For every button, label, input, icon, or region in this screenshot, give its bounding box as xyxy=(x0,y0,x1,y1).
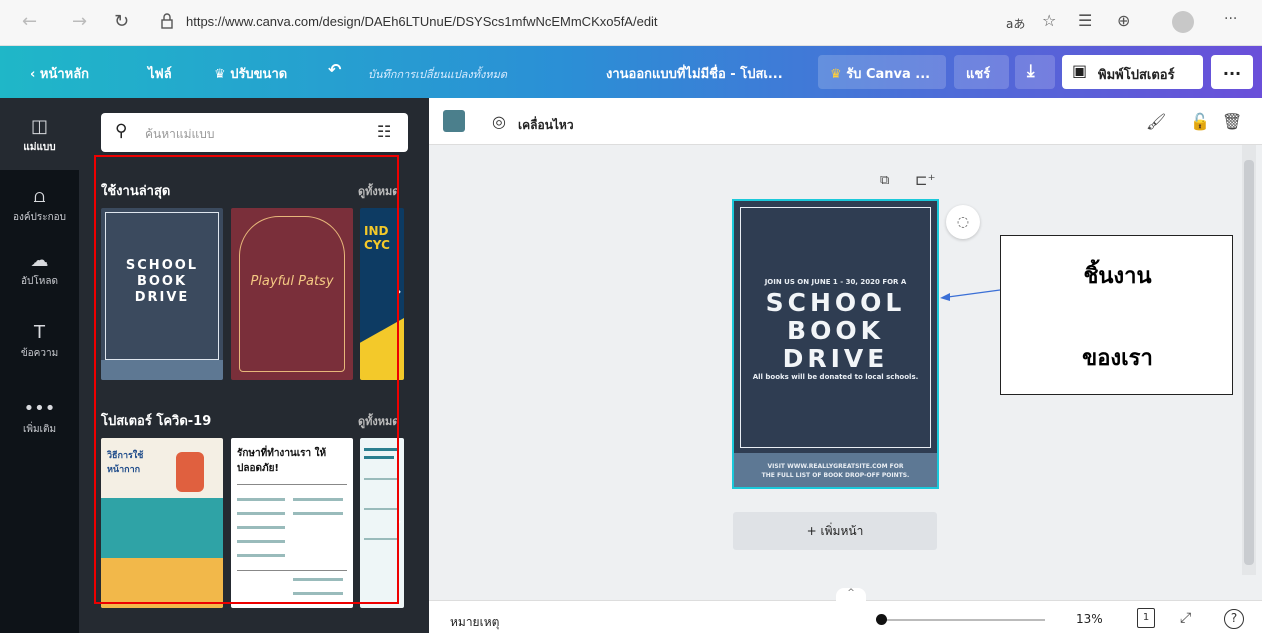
add-page-button[interactable]: + เพิ่มหน้า xyxy=(733,512,937,550)
crown-icon: ♛ xyxy=(830,67,842,82)
address-bar[interactable]: https://www.canva.com/design/DAEh6LTUnuE… xyxy=(186,14,658,29)
rail-item-text[interactable]: T ข้อความ xyxy=(0,322,79,361)
page-count-icon[interactable]: 1 xyxy=(1137,608,1155,628)
zoom-level[interactable]: 13% xyxy=(1076,612,1103,626)
poster-subtitle: All books will be donated to local schoo… xyxy=(752,373,919,381)
canva-header: ‹ หน้าหลัก ไฟล์ ♛ ปรับขนาด ↶ บันทึกการเป… xyxy=(0,46,1262,98)
copy-style-icon[interactable]: 🖌 xyxy=(1146,112,1166,131)
read-aloud-icon[interactable]: aあ xyxy=(1006,15,1025,32)
expand-pages-icon[interactable]: ^ xyxy=(836,588,866,602)
download-icon: ⤓ xyxy=(1027,61,1035,81)
forward-icon[interactable]: → xyxy=(72,11,87,32)
animate-button[interactable]: เคลื่อนไหว xyxy=(518,116,574,135)
poster-top-line: JOIN US ON JUNE 1 - 30, 2020 FOR A xyxy=(764,278,907,286)
more-icon: ••• xyxy=(23,398,56,419)
rail-item-templates[interactable]: ◫ แม่แบบ xyxy=(0,116,79,155)
resize-button[interactable]: ♛ ปรับขนาด xyxy=(214,63,287,84)
poster-footer-line1: VISIT WWW.REALLYGREATSITE.COM FOR xyxy=(767,463,904,470)
print-label: พิมพ์โปสเตอร์ xyxy=(1098,68,1175,83)
print-poster-button[interactable]: ▣ พิมพ์โปสเตอร์ xyxy=(1062,55,1203,89)
share-button[interactable]: แชร์ xyxy=(954,55,1009,89)
template-icon: ◫ xyxy=(30,116,48,137)
filter-icon[interactable]: ☷ xyxy=(377,122,391,141)
file-menu[interactable]: ไฟล์ xyxy=(148,63,172,84)
upload-icon: ☁ xyxy=(30,250,49,271)
background-color-swatch[interactable] xyxy=(443,110,465,132)
vertical-scroll-thumb[interactable] xyxy=(1244,160,1254,565)
poster-footer: VISIT WWW.REALLYGREATSITE.COM FOR THE FU… xyxy=(734,453,937,487)
elements-icon: ⩍ xyxy=(33,186,46,207)
favorites-list-icon[interactable]: ☰ xyxy=(1078,11,1092,30)
text-icon: T xyxy=(34,322,45,343)
rail-label-elements: องค์ประกอบ xyxy=(12,212,67,223)
profile-avatar[interactable] xyxy=(1172,11,1194,33)
rail-label-text: ข้อความ xyxy=(20,348,59,359)
search-placeholder: ค้นหาแม่แบบ xyxy=(145,127,215,141)
print-icon: ▣ xyxy=(1072,61,1088,80)
poster-line-book: BOOK xyxy=(787,316,884,345)
browser-menu-icon[interactable]: ··· xyxy=(1224,11,1237,27)
get-canva-pro-button[interactable]: ♛ รับ Canva ... xyxy=(818,55,946,89)
favorite-icon[interactable]: ☆ xyxy=(1042,11,1056,30)
rail-label-uploads: อัปโหลด xyxy=(21,276,58,287)
back-icon[interactable]: ← xyxy=(22,11,37,32)
callout-line-1: ชิ้นงาน xyxy=(1083,264,1152,289)
lock-icon[interactable] xyxy=(160,13,174,29)
rail-item-elements[interactable]: ⩍ องค์ประกอบ xyxy=(0,186,79,225)
reload-icon[interactable]: ↻ xyxy=(114,11,129,32)
home-button[interactable]: ‹ หน้าหลัก xyxy=(30,63,89,84)
comment-icon[interactable]: ◌ xyxy=(946,205,980,239)
duplicate-page-icon[interactable]: ⧉ xyxy=(880,173,889,188)
side-rail: ◫ แม่แบบ ⩍ องค์ประกอบ ☁ อัปโหลด T ข้อควา… xyxy=(0,98,79,633)
callout-annotation: ชิ้นงาน ของเรา xyxy=(1000,235,1233,395)
add-page-icon[interactable]: ⊏⁺ xyxy=(915,171,936,189)
collections-icon[interactable]: ⊕ xyxy=(1117,11,1130,30)
highlight-annotation-box xyxy=(94,155,399,604)
animate-icon[interactable]: ◎ xyxy=(492,112,506,131)
poster-design[interactable]: JOIN US ON JUNE 1 - 30, 2020 FOR A SCHOO… xyxy=(732,199,939,489)
share-label: แชร์ xyxy=(966,67,991,82)
rail-label-more: เพิ่มเติม xyxy=(22,424,57,435)
download-button[interactable]: ⤓ xyxy=(1015,55,1055,89)
rail-label-templates: แม่แบบ xyxy=(23,142,56,153)
search-icon: ⚲ xyxy=(115,121,128,141)
zoom-slider[interactable] xyxy=(880,619,1045,621)
zoom-slider-handle[interactable] xyxy=(876,614,887,625)
home-label: หน้าหลัก xyxy=(39,67,90,82)
get-canva-label: รับ Canva ... xyxy=(846,67,931,82)
resize-label: ปรับขนาด xyxy=(230,67,288,82)
rail-item-uploads[interactable]: ☁ อัปโหลด xyxy=(0,250,79,289)
poster-line-drive: DRIVE xyxy=(782,344,889,373)
undo-icon[interactable]: ↶ xyxy=(328,60,341,79)
autosave-status: บันทึกการเปลี่ยนแปลงทั้งหมด xyxy=(368,68,508,81)
notes-button[interactable]: หมายเหตุ xyxy=(450,613,499,632)
design-title[interactable]: งานออกแบบที่ไม่มีชื่อ - โปสเ... xyxy=(606,63,783,84)
callout-line-2: ของเรา xyxy=(1082,346,1153,371)
template-search-input[interactable]: ⚲ ค้นหาแม่แบบ ☷ xyxy=(101,113,408,152)
rail-item-more[interactable]: ••• เพิ่มเติม xyxy=(0,398,79,437)
poster-line-school: SCHOOL xyxy=(765,288,906,317)
more-options-button[interactable]: ... xyxy=(1211,55,1253,89)
help-icon[interactable]: ? xyxy=(1224,609,1244,629)
unlock-icon[interactable]: 🔓 xyxy=(1190,112,1210,131)
browser-toolbar: ← → ↻ https://www.canva.com/design/DAEh6… xyxy=(0,0,1262,46)
callout-arrow xyxy=(940,289,1001,301)
poster-footer-line2: THE FULL LIST OF BOOK DROP-OFF POINTS. xyxy=(761,472,910,479)
trash-icon[interactable]: 🗑 xyxy=(1222,112,1242,131)
crown-icon: ♛ xyxy=(214,67,226,82)
fullscreen-icon[interactable]: ⤢ xyxy=(1180,610,1191,626)
